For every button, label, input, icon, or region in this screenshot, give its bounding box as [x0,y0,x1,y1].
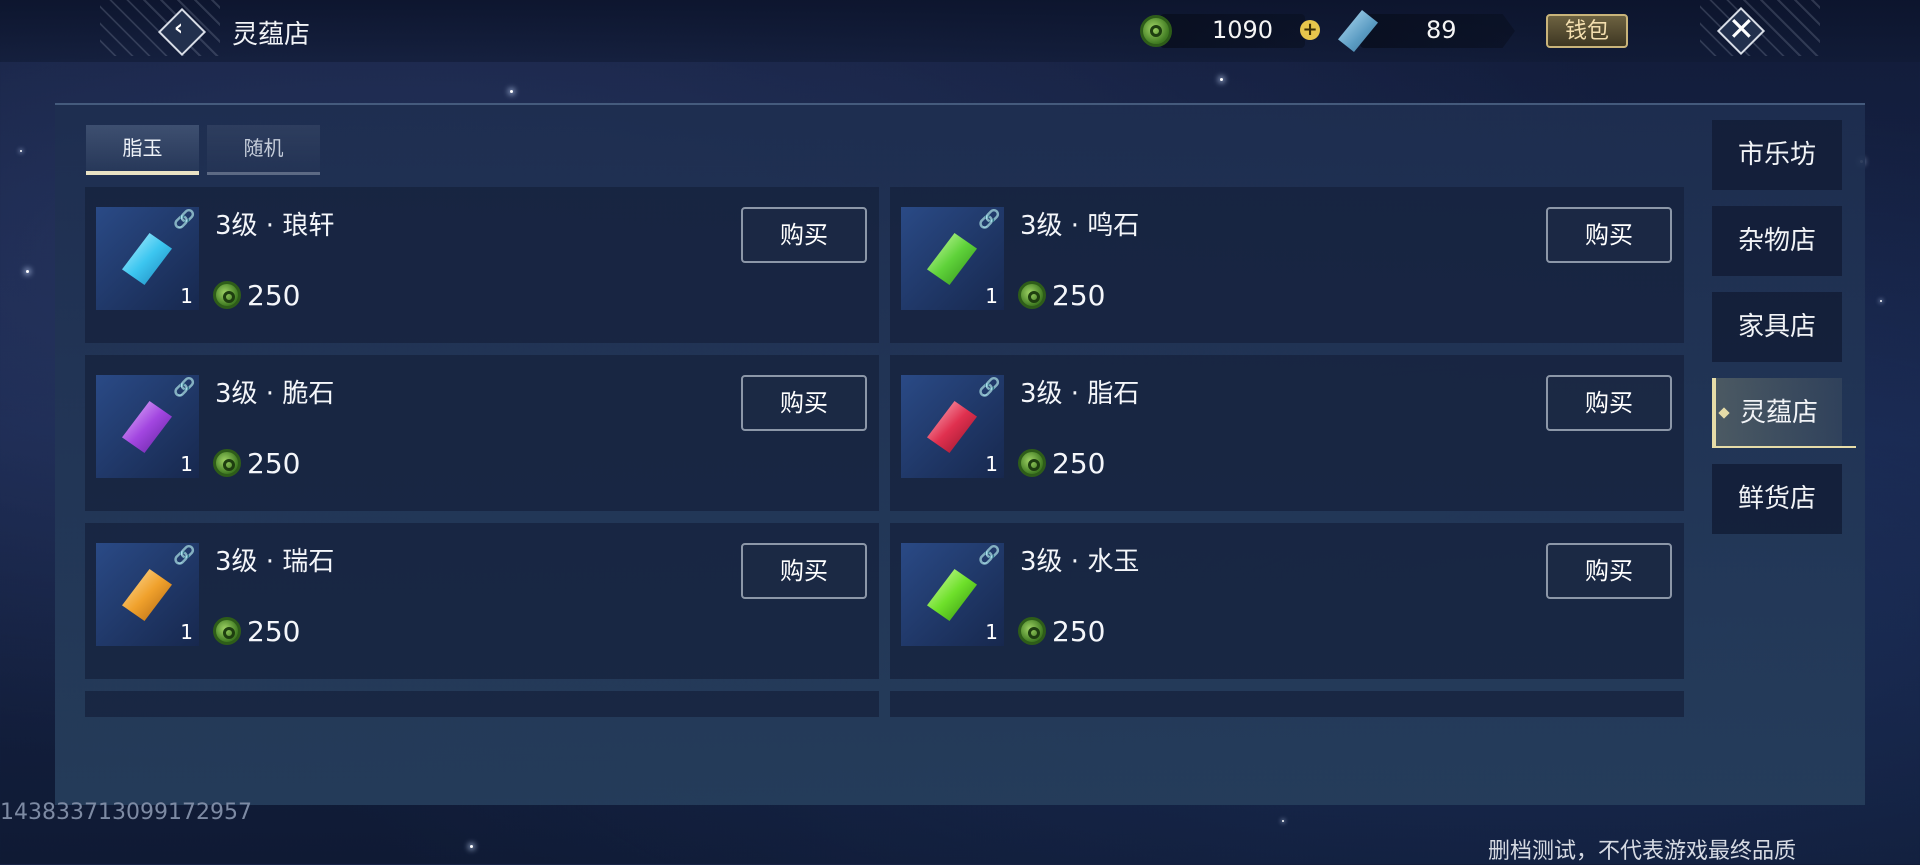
item-price: 250 [213,447,300,480]
shop-item-card [890,691,1684,717]
buy-button[interactable]: 购买 [1546,543,1672,599]
item-quantity: 1 [180,284,193,308]
item-price: 250 [1018,279,1105,312]
coin-icon [213,449,241,477]
item-quantity: 1 [180,452,193,476]
coin-icon [1140,15,1172,47]
shop-item-card: 1 🔗 3级 · 水玉 250 购买 [890,523,1684,679]
item-price: 250 [213,279,300,312]
back-button[interactable]: ‹ [157,7,207,57]
player-uid: 143833713099172957 [0,800,252,825]
star-decoration [470,845,473,848]
coin-icon [1018,449,1046,477]
add-currency-button[interactable]: + [1300,20,1320,40]
shop-item-card: 1 🔗 3级 · 瑞石 250 购买 [85,523,879,679]
shop-item-card [85,691,879,717]
link-icon: 🔗 [173,209,196,230]
shop-item-card: 1 🔗 3级 · 脂石 250 购买 [890,355,1684,511]
buy-button[interactable]: 购买 [741,207,867,263]
item-quantity: 1 [985,452,998,476]
item-quantity: 1 [180,620,193,644]
gem-icon [122,233,172,285]
wallet-button[interactable]: 钱包 [1546,14,1628,48]
item-name: 3级 · 水玉 [1020,547,1140,577]
item-price: 250 [1018,447,1105,480]
top-bar: ‹ 灵蕴店 1090 + 89 钱包 ✕ [0,0,1920,62]
page-title: 灵蕴店 [232,20,311,50]
item-price: 250 [213,615,300,648]
buy-button[interactable]: 购买 [741,543,867,599]
tab-random[interactable]: 随机 [207,125,320,175]
link-icon: 🔗 [978,545,1001,566]
coin-icon [213,617,241,645]
star-decoration [1880,300,1882,302]
link-icon: 🔗 [173,377,196,398]
item-quantity: 1 [985,284,998,308]
side-nav-zawu[interactable]: 杂物店 [1712,206,1842,276]
item-name: 3级 · 琅轩 [215,211,335,241]
gem-icon [122,569,172,621]
item-name: 3级 · 瑞石 [215,547,335,577]
buy-button[interactable]: 购买 [1546,375,1672,431]
item-price: 250 [1018,615,1105,648]
link-icon: 🔗 [978,209,1001,230]
star-decoration [1220,78,1223,81]
star-decoration [20,150,22,152]
item-grid: 1 🔗 3级 · 琅轩 250 购买 1 🔗 3级 · 鸣石 250 购买 1 … [85,187,1685,717]
side-nav-jiaju[interactable]: 家具店 [1712,292,1842,362]
tab-zhiyu[interactable]: 脂玉 [86,125,199,175]
item-name: 3级 · 脂石 [1020,379,1140,409]
item-name: 3级 · 鸣石 [1020,211,1140,241]
buy-button[interactable]: 购买 [1546,207,1672,263]
gem-icon [122,401,172,453]
star-decoration [510,90,513,93]
link-icon: 🔗 [978,377,1001,398]
item-name: 3级 · 脆石 [215,379,335,409]
link-icon: 🔗 [173,545,196,566]
gem-icon [927,401,977,453]
buy-button[interactable]: 购买 [741,375,867,431]
close-button[interactable]: ✕ [1716,6,1766,56]
test-notice: 删档测试，不代表游戏最终品质 [1488,839,1797,864]
star-decoration [1282,820,1284,822]
side-nav-xianhuo[interactable]: 鲜货店 [1712,464,1842,534]
coin-icon [213,281,241,309]
shop-item-card: 1 🔗 3级 · 琅轩 250 购买 [85,187,879,343]
side-nav-shile[interactable]: 市乐坊 [1712,120,1842,190]
item-quantity: 1 [985,620,998,644]
gem-icon [927,569,977,621]
coin-icon [1018,281,1046,309]
shop-item-card: 1 🔗 3级 · 鸣石 250 购买 [890,187,1684,343]
coin-icon [1018,617,1046,645]
star-decoration [26,270,29,273]
gem-icon [927,233,977,285]
coin-balance: 1090 [1212,16,1274,44]
shop-panel: 脂玉 随机 1 🔗 3级 · 琅轩 250 购买 1 🔗 3级 · 鸣石 250… [55,103,1865,805]
shop-item-card: 1 🔗 3级 · 脆石 250 购买 [85,355,879,511]
jade-balance: 89 [1426,16,1457,44]
side-nav-lingyun[interactable]: 灵蕴店 [1712,378,1856,448]
